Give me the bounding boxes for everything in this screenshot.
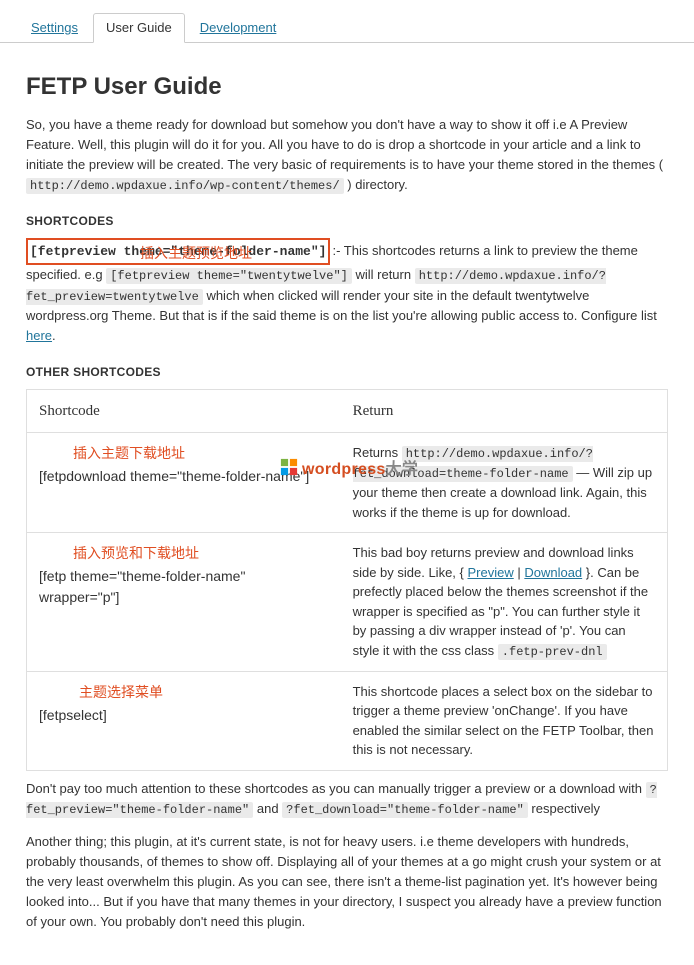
table-header-row: Shortcode Return [27,389,668,433]
download-param-code: ?fet_download="theme-folder-name" [282,802,528,818]
manual-trigger-paragraph: Don't pay too much attention to these sh… [26,779,668,820]
tab-bar: Settings User Guide Development [0,0,694,43]
col-shortcode: Shortcode [27,389,341,433]
table-row: 插入主题下载地址 [fetpdownload theme="theme-fold… [27,433,668,533]
fetpselect-shortcode: [fetpselect] [39,707,107,723]
tab-development[interactable]: Development [187,13,290,43]
shortcodes-table: Shortcode Return 插入主题下载地址 [fetpdownload … [26,389,668,771]
fetpdownload-shortcode: [fetpdownload theme="theme-folder-name"] [39,468,309,484]
other-shortcodes-heading: OTHER SHORTCODES [26,365,668,379]
annotation-preview-download: 插入预览和下载地址 [73,543,329,564]
preview-link[interactable]: Preview [467,565,513,580]
themes-path-code: http://demo.wpdaxue.info/wp-content/them… [26,178,344,194]
fetpreview-paragraph: [fetpreview theme="theme-folder-name"]:-… [26,238,668,347]
tab-settings[interactable]: Settings [18,13,91,43]
col-return: Return [341,389,668,433]
annotation-download-url: 插入主题下载地址 [73,443,329,464]
configure-list-link[interactable]: here [26,328,52,343]
page-content: FETP User Guide So, you have a theme rea… [0,43,694,965]
table-row: 插入预览和下载地址 [fetp theme="theme-folder-name… [27,533,668,672]
page-title: FETP User Guide [26,73,668,101]
table-row: 主题选择菜单 [fetpselect] This shortcode place… [27,671,668,770]
example-shortcode: [fetpreview theme="twentytwelve"] [106,268,352,284]
download-link[interactable]: Download [524,565,582,580]
heavy-users-paragraph: Another thing; this plugin, at it's curr… [26,832,668,933]
intro-paragraph: So, you have a theme ready for download … [26,115,668,196]
css-class-code: .fetp-prev-dnl [498,644,607,660]
annotation-preview-url: 插入主题预览地址 [140,243,252,263]
shortcodes-heading: SHORTCODES [26,214,668,228]
fetp-shortcode: [fetp theme="theme-folder-name" wrapper=… [39,568,245,605]
tab-user-guide[interactable]: User Guide [93,13,185,43]
annotation-select-menu: 主题选择菜单 [79,682,329,703]
